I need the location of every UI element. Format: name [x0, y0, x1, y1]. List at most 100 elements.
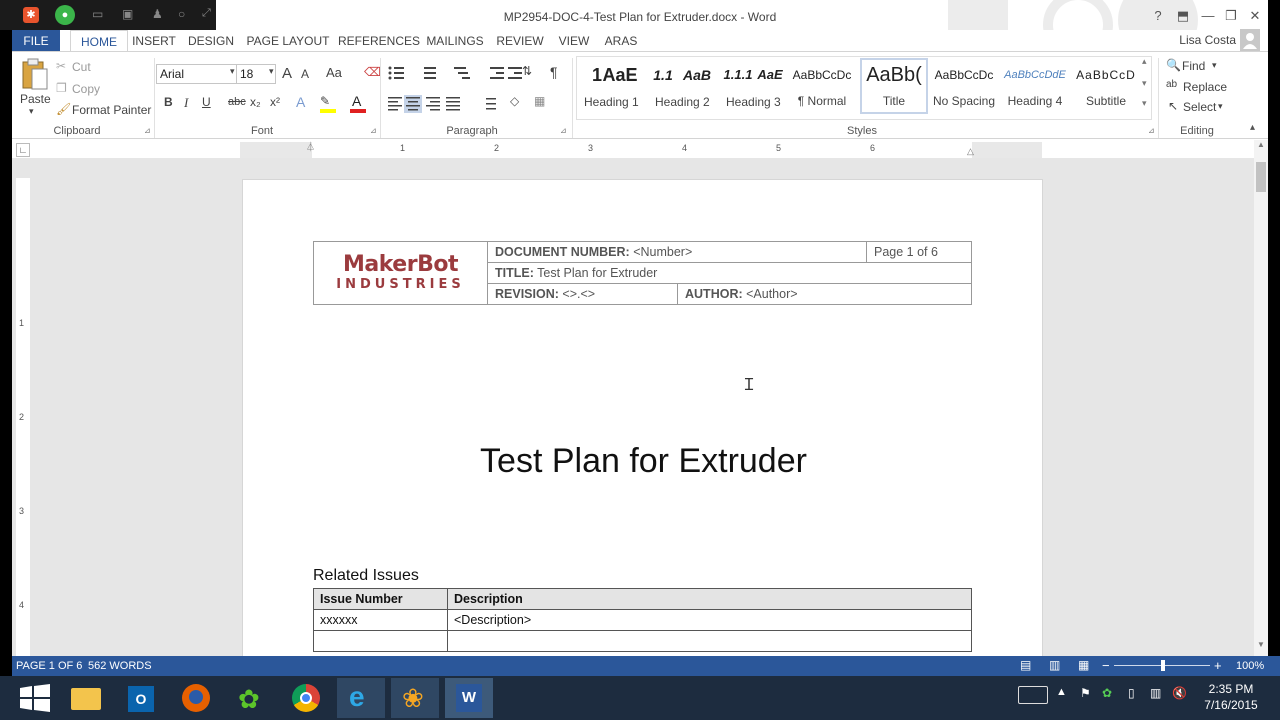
- table-cell[interactable]: [313, 630, 448, 652]
- firefox-icon[interactable]: [172, 678, 220, 718]
- replace-button[interactable]: Replace: [1183, 80, 1227, 94]
- show-hide-button[interactable]: ¶: [550, 64, 558, 80]
- select-button[interactable]: Select: [1183, 100, 1216, 114]
- tab-insert[interactable]: INSERT: [130, 30, 178, 52]
- highlighter-icon[interactable]: ✎: [320, 94, 330, 108]
- scroll-up-icon[interactable]: ▲: [1257, 140, 1265, 149]
- zoom-level[interactable]: 100%: [1236, 660, 1264, 672]
- volume-muted-icon[interactable]: 🔇: [1172, 686, 1187, 700]
- icq-icon[interactable]: ✿: [227, 678, 275, 718]
- style-heading-4[interactable]: AaBbCcDdE Heading 4: [1001, 60, 1069, 114]
- zoom-slider-thumb[interactable]: [1161, 660, 1165, 671]
- dialog-launcher-icon[interactable]: ⊿: [144, 126, 151, 135]
- paste-button[interactable]: Paste: [20, 92, 51, 106]
- tray-app-icon[interactable]: ✿: [1102, 686, 1112, 700]
- tab-mailings[interactable]: MAILINGS: [424, 30, 486, 52]
- read-mode-icon[interactable]: ▤: [1020, 658, 1031, 672]
- table-row[interactable]: xxxxxx <Description>: [313, 609, 972, 631]
- text-effects-icon[interactable]: A: [296, 94, 305, 110]
- font-family-input[interactable]: Arial: [156, 64, 238, 84]
- dialog-launcher-icon[interactable]: ⊿: [1148, 126, 1155, 135]
- keyboard-icon[interactable]: [1018, 686, 1048, 704]
- table-row[interactable]: [313, 630, 972, 652]
- copy-button[interactable]: Copy: [72, 82, 100, 96]
- scroll-down-icon[interactable]: ▼: [1257, 640, 1265, 649]
- ribbon-display-options-icon[interactable]: ⬒: [1175, 8, 1191, 24]
- more-styles-icon[interactable]: ▾: [1142, 98, 1147, 109]
- grow-font-button[interactable]: A: [282, 65, 292, 82]
- shrink-font-button[interactable]: A: [301, 67, 309, 81]
- related-issues-heading[interactable]: Related Issues: [313, 567, 419, 585]
- related-issues-table[interactable]: Issue Number Description xxxxxx <Descrip…: [313, 588, 972, 652]
- chat-icon[interactable]: ○: [178, 7, 185, 21]
- table-cell[interactable]: [447, 630, 972, 652]
- sort-icon[interactable]: ⇅: [522, 64, 532, 78]
- screen-icon[interactable]: ▭: [92, 7, 103, 21]
- scrollbar-thumb[interactable]: [1256, 162, 1266, 192]
- chevron-up-icon[interactable]: ▴: [1142, 56, 1147, 67]
- word-count[interactable]: 562 WORDS: [88, 660, 152, 672]
- subscript-button[interactable]: x₂: [250, 95, 261, 109]
- show-hidden-icons[interactable]: ▲: [1056, 686, 1067, 698]
- collapse-ribbon-icon[interactable]: ▴: [1250, 122, 1255, 133]
- battery-icon[interactable]: ▯: [1128, 686, 1135, 700]
- table-cell[interactable]: xxxxxx: [313, 609, 448, 631]
- minimize-button[interactable]: —: [1200, 8, 1216, 24]
- tab-aras[interactable]: ARAS: [602, 30, 640, 52]
- avatar[interactable]: [1240, 29, 1260, 51]
- vertical-ruler[interactable]: 1 2 3 4: [16, 178, 30, 656]
- tab-review[interactable]: REVIEW: [494, 30, 546, 52]
- flag-icon[interactable]: ⚑: [1080, 686, 1091, 700]
- strikethrough-button[interactable]: abc: [228, 96, 246, 108]
- chevron-down-icon[interactable]: ▾: [269, 66, 274, 77]
- style-subtitle[interactable]: AaBbCcD Subtitle: [1072, 60, 1140, 114]
- clock[interactable]: 2:35 PM 7/16/2015: [1196, 681, 1266, 713]
- chevron-down-icon[interactable]: ▾: [1218, 101, 1223, 112]
- borders-icon[interactable]: ▦: [534, 94, 545, 108]
- web-layout-icon[interactable]: ▦: [1078, 658, 1089, 672]
- expand-icon[interactable]: ⤢: [202, 7, 211, 20]
- internet-explorer-icon[interactable]: e: [337, 678, 385, 718]
- horizontal-ruler[interactable]: ⏃ △ 1 2 3 4 5 6: [240, 142, 1042, 158]
- chrome-icon[interactable]: [282, 678, 330, 718]
- chevron-down-icon[interactable]: ▾: [230, 66, 235, 77]
- underline-button[interactable]: U: [202, 95, 211, 109]
- windows-start-icon[interactable]: [20, 684, 50, 712]
- close-button[interactable]: ✕: [1247, 8, 1263, 24]
- user-name[interactable]: Lisa Costa: [1179, 33, 1236, 47]
- recorder-app-icon[interactable]: ❀: [391, 678, 439, 718]
- cut-button[interactable]: Cut: [72, 60, 91, 74]
- page-indicator[interactable]: PAGE 1 OF 6: [16, 660, 82, 672]
- restore-button[interactable]: ❐: [1223, 8, 1239, 24]
- recorder-logo-icon[interactable]: ✱: [23, 7, 39, 23]
- italic-button[interactable]: I: [184, 95, 188, 111]
- dialog-launcher-icon[interactable]: ⊿: [560, 126, 567, 135]
- network-icon[interactable]: ▥: [1150, 686, 1161, 700]
- help-button[interactable]: ?: [1150, 8, 1166, 24]
- tab-view[interactable]: VIEW: [554, 30, 594, 52]
- style-title[interactable]: AaBb(Title: [860, 58, 928, 114]
- superscript-button[interactable]: x²: [270, 95, 280, 109]
- word-app-icon[interactable]: W: [445, 678, 493, 718]
- chevron-down-icon[interactable]: ▾: [1142, 78, 1147, 89]
- font-color-icon[interactable]: A: [352, 93, 361, 109]
- format-painter-button[interactable]: Format Painter: [72, 103, 151, 117]
- find-button[interactable]: Find: [1182, 59, 1205, 73]
- chevron-down-icon[interactable]: ▾: [1212, 60, 1217, 71]
- clear-formatting-icon[interactable]: ⌫: [364, 65, 381, 79]
- style-normal[interactable]: AaBbCcDc ¶ Normal: [788, 60, 856, 114]
- right-indent-marker-icon[interactable]: △: [967, 146, 974, 157]
- style-no-spacing[interactable]: AaBbCcDc No Spacing: [930, 60, 998, 114]
- outlook-icon[interactable]: O: [117, 678, 165, 718]
- tab-selector-icon[interactable]: ∟: [16, 143, 30, 157]
- document-page[interactable]: MakerBot INDUSTRIES DOCUMENT NUMBER: <Nu…: [242, 179, 1043, 656]
- table-cell[interactable]: <Description>: [447, 609, 972, 631]
- zoom-out-icon[interactable]: −: [1102, 658, 1110, 673]
- chevron-down-icon[interactable]: ▾: [29, 106, 34, 117]
- microphone-icon[interactable]: ●: [55, 5, 75, 25]
- tab-page-layout[interactable]: PAGE LAYOUT: [246, 30, 330, 52]
- file-explorer-icon[interactable]: [62, 678, 110, 718]
- bold-button[interactable]: B: [164, 95, 173, 109]
- indent-marker-icon[interactable]: ⏃: [306, 140, 315, 153]
- camera-icon[interactable]: ▣: [122, 7, 133, 21]
